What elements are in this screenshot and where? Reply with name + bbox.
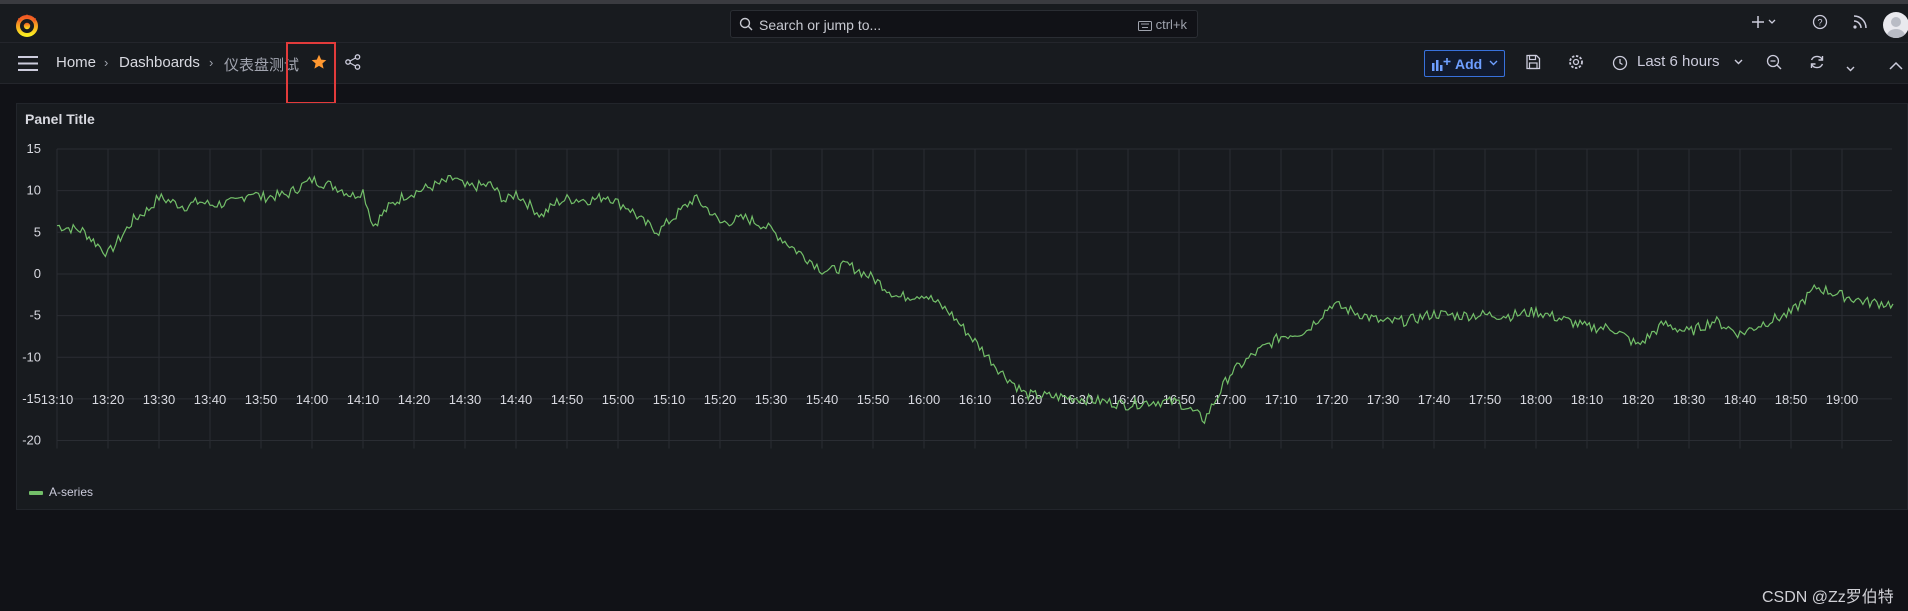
breadcrumb-separator: › [209,55,214,70]
x-tick-label: 18:30 [1673,392,1706,407]
x-tick-label: 14:50 [551,392,584,407]
x-tick-label: 15:20 [704,392,737,407]
add-button[interactable]: Add [1424,50,1505,77]
svg-text:?: ? [1817,18,1822,28]
refresh-icon[interactable] [1809,54,1825,75]
x-tick-label: 14:00 [296,392,329,407]
x-tick-label: 13:50 [245,392,278,407]
save-icon[interactable] [1525,54,1541,75]
new-plus-button[interactable] [1751,14,1779,35]
clock-icon [1612,55,1628,71]
x-tick-label: 17:30 [1367,392,1400,407]
zoom-out-icon[interactable] [1766,54,1782,75]
refresh-interval-chevron-icon[interactable] [1846,59,1855,77]
x-tick-label: 16:20 [1010,392,1043,407]
chevron-down-icon [1489,60,1498,66]
help-icon[interactable]: ? [1812,14,1828,35]
search-shortcut-label: ctrl+k [1155,17,1187,32]
y-tick-label: 0 [34,266,41,281]
x-tick-label: 19:00 [1826,392,1859,407]
legend-item[interactable]: A-series [29,485,93,499]
highlight-box [286,42,336,104]
x-tick-label: 18:50 [1775,392,1808,407]
breadcrumb-separator: › [104,55,109,70]
x-tick-label: 18:40 [1724,392,1757,407]
x-tick-label: 15:30 [755,392,788,407]
settings-icon[interactable] [1568,54,1584,75]
x-tick-label: 14:10 [347,392,380,407]
y-tick-label: -15 [22,391,41,406]
user-avatar[interactable] [1883,12,1908,38]
x-tick-label: 17:00 [1214,392,1247,407]
collapse-icon[interactable] [1889,57,1903,75]
add-button-label: Add [1455,56,1483,72]
x-tick-label: 18:20 [1622,392,1655,407]
x-tick-label: 17:20 [1316,392,1349,407]
add-panel-icon [1432,58,1451,71]
search-bar[interactable]: Search or jump to... ctrl+k [730,10,1198,38]
keyboard-icon [1137,20,1152,31]
time-series-chart: 15 10 5 0 -5 -10 -15 -20 13:10 13:20 13:30 13:40 13:… [22,141,1894,449]
y-tick-label: 5 [34,224,41,239]
x-tick-label: 14:20 [398,392,431,407]
y-tick-label: 10 [27,183,41,198]
legend-swatch [29,490,43,495]
x-tick-label: 13:10 [41,392,74,407]
search-placeholder: Search or jump to... [759,17,882,33]
x-tick-label: 15:10 [653,392,686,407]
legend-label: A-series [49,485,94,499]
y-tick-label: -20 [22,433,41,448]
x-tick-label: 17:40 [1418,392,1451,407]
grafana-logo-icon[interactable] [14,12,40,38]
share-icon[interactable] [345,54,361,75]
x-tick-label: 15:00 [602,392,635,407]
x-tick-label: 13:40 [194,392,227,407]
x-tick-label: 16:00 [908,392,941,407]
news-icon[interactable] [1852,14,1868,35]
x-tick-label: 16:10 [959,392,992,407]
y-tick-label: -10 [22,349,41,364]
x-tick-label: 15:40 [806,392,839,407]
y-tick-label: 15 [27,141,41,156]
chevron-down-icon [1734,59,1743,65]
x-tick-label: 13:30 [143,392,176,407]
search-icon [739,17,753,36]
x-tick-label: 14:40 [500,392,533,407]
menu-icon[interactable] [18,56,38,76]
watermark: CSDN @Zz罗伯特 [1762,589,1894,606]
x-tick-label: 16:40 [1112,392,1145,407]
x-tick-label: 17:50 [1469,392,1502,407]
search-shortcut: ctrl+k [1137,17,1187,32]
top-bar: Search or jump to... ctrl+k ? [0,4,1908,43]
y-tick-label: -5 [29,308,41,323]
time-series-panel[interactable]: Panel Title 15 10 5 0 -5 -10 -15 -20 13:10 13:20 1… [16,103,1908,510]
x-tick-label: 14:30 [449,392,482,407]
time-range-label: Last 6 hours [1637,53,1720,70]
x-tick-label: 13:20 [92,392,125,407]
x-tick-label: 18:00 [1520,392,1553,407]
x-tick-label: 15:50 [857,392,890,407]
x-tick-label: 18:10 [1571,392,1604,407]
x-tick-label: 17:10 [1265,392,1298,407]
breadcrumb-home[interactable]: Home [56,54,96,71]
breadcrumb-dashboards[interactable]: Dashboards [119,54,200,71]
